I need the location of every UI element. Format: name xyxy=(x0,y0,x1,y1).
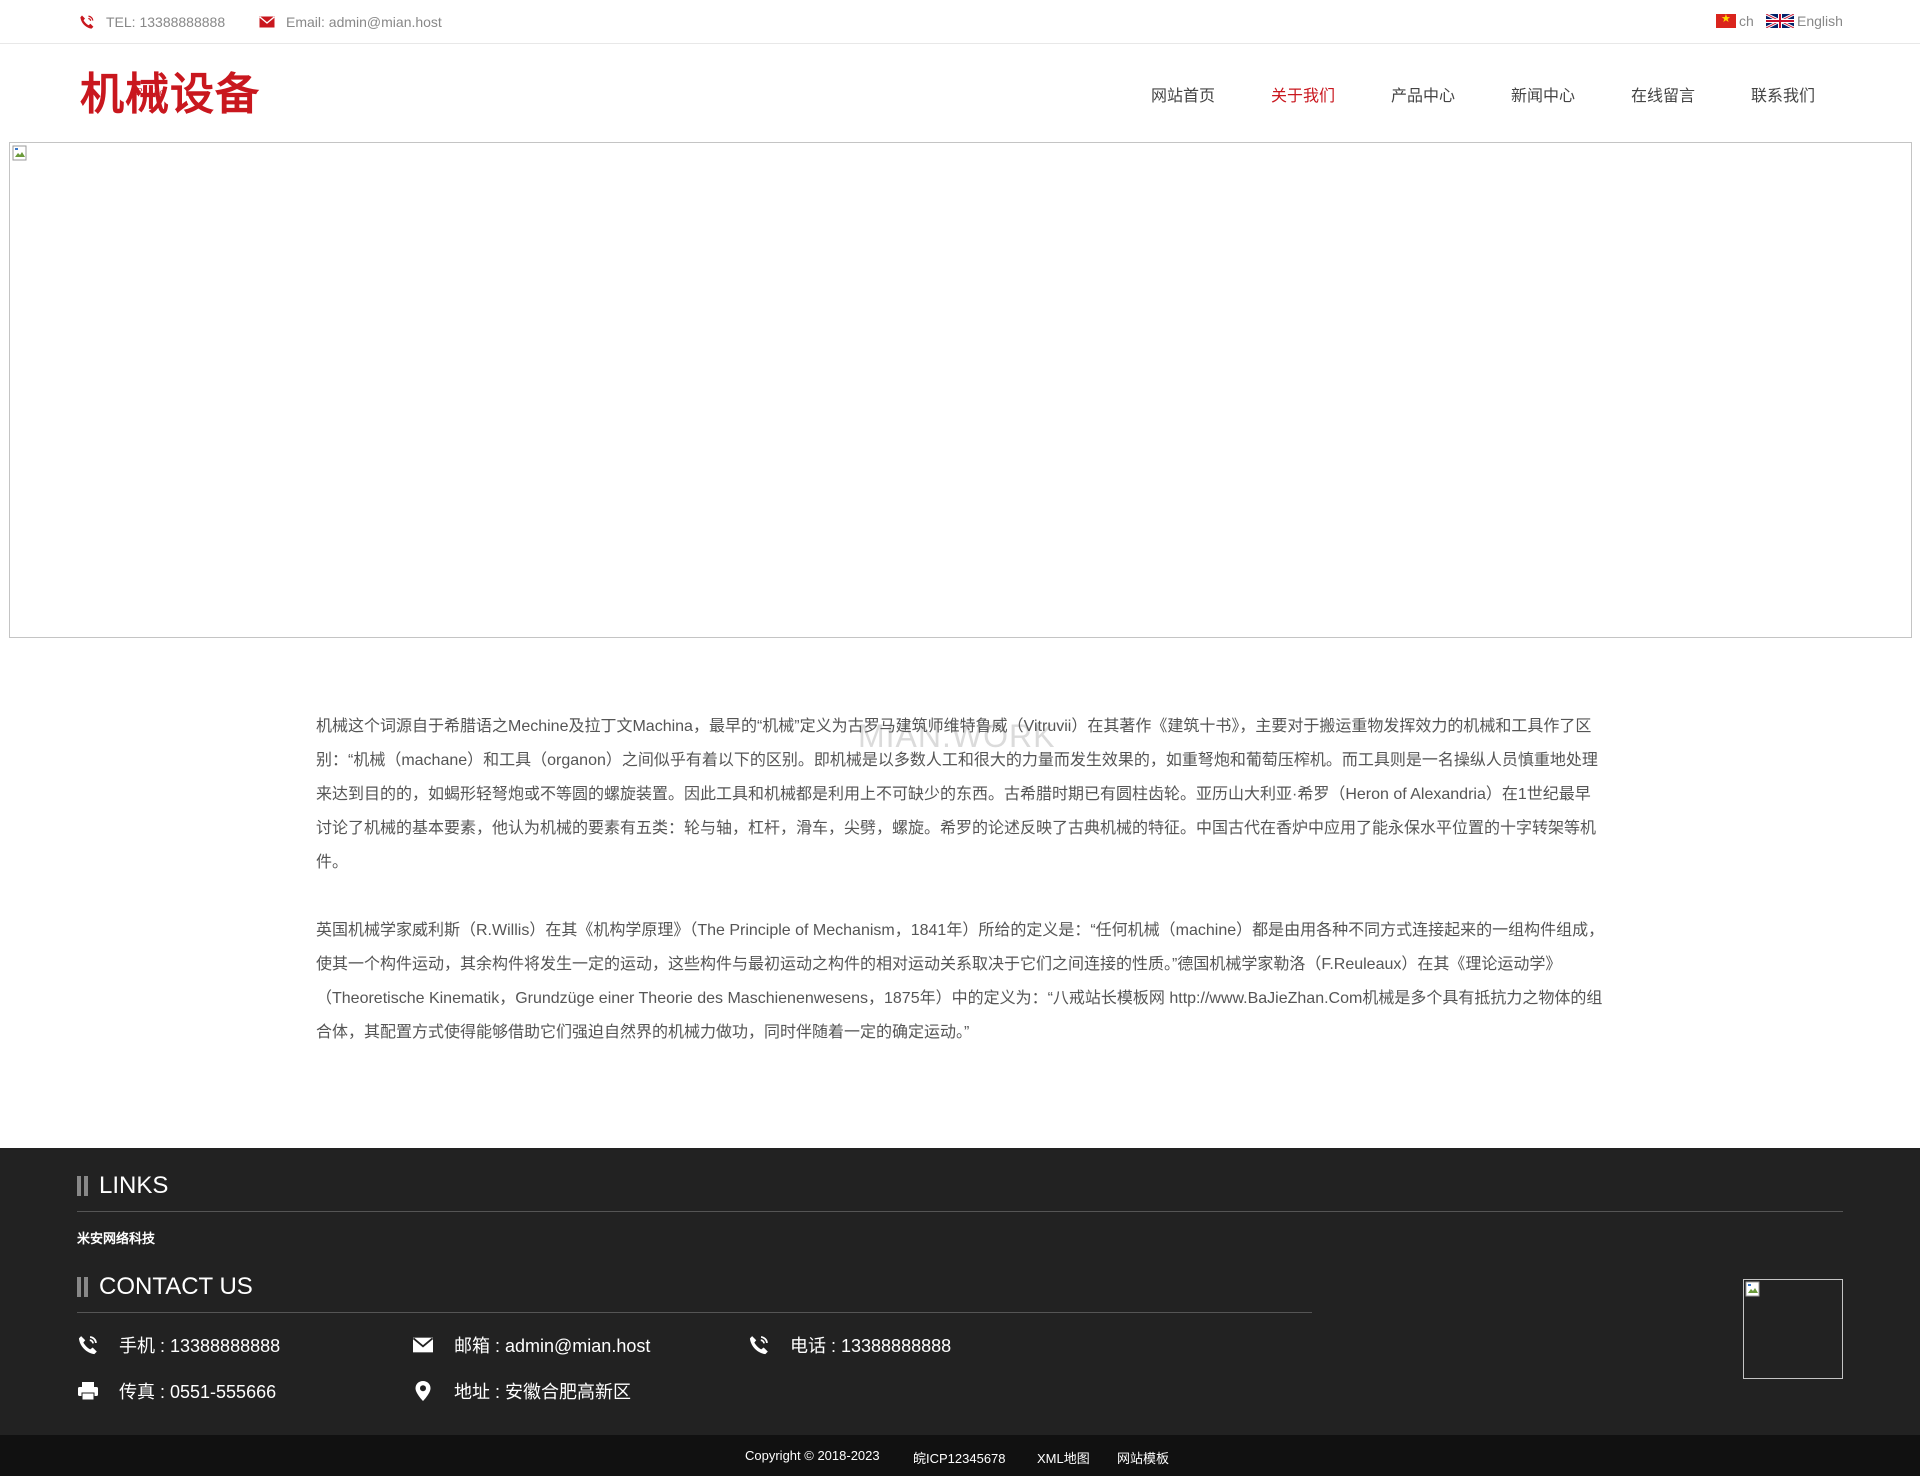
nav-message[interactable]: 在线留言 xyxy=(1631,82,1695,106)
lang-en-label: English xyxy=(1797,13,1843,29)
footer-link[interactable]: 米安网络科技 xyxy=(77,1228,155,1247)
nav-about[interactable]: 关于我们 xyxy=(1271,82,1335,106)
site-header: 机械设备 Public 网站首页 关于我们 产品中心 新闻中心 在线留言 联系我… xyxy=(0,44,1920,142)
broken-image-icon xyxy=(12,145,28,161)
site-template-link[interactable]: 网站模板 xyxy=(1117,1448,1169,1467)
contact-email-text: 邮箱 : admin@mian.host xyxy=(454,1336,651,1356)
lang-ch-label: ch xyxy=(1739,13,1754,29)
site-footer: LINKS 米安网络科技 CONTACT US 手机 : 13388888888… xyxy=(0,1148,1920,1435)
vietnam-flag-icon xyxy=(1716,14,1736,28)
uk-flag-icon xyxy=(1766,14,1794,28)
top-email: Email: admin@mian.host xyxy=(258,14,442,30)
contact-fax: 传真 : 0551-555666 xyxy=(77,1378,276,1404)
top-email-text: Email: admin@mian.host xyxy=(286,14,442,30)
contact-mobile-text: 手机 : 13388888888 xyxy=(119,1336,281,1356)
title-bars-icon xyxy=(77,1277,91,1297)
icp-link[interactable]: 皖ICP12345678 xyxy=(913,1448,1006,1467)
copyright-text: Copyright © 2018-2023 xyxy=(745,1448,880,1463)
envelope-icon xyxy=(412,1334,434,1356)
top-bar: TEL: 13388888888 Email: admin@mian.host … xyxy=(0,0,1920,44)
article-paragraph: 英国机械学家威利斯（R.Willis）在其《机构学原理》（The Princip… xyxy=(316,922,1605,1041)
title-bars-icon xyxy=(77,1176,91,1196)
divider xyxy=(77,1312,1312,1313)
article-paragraph: 机械这个词源自于希腊语之Mechine及拉丁文Machina，最早的“机械”定义… xyxy=(316,718,1598,871)
lang-ch-link[interactable]: ch xyxy=(1716,13,1754,29)
contact-address-text: 地址 : 安徽合肥高新区 xyxy=(454,1382,632,1402)
nav-home[interactable]: 网站首页 xyxy=(1151,82,1215,106)
divider xyxy=(77,1211,1843,1212)
contact-heading: CONTACT US xyxy=(77,1273,253,1301)
xml-sitemap-link[interactable]: XML地图 xyxy=(1037,1448,1090,1467)
lang-en-link[interactable]: English xyxy=(1766,13,1843,29)
nav-news[interactable]: 新闻中心 xyxy=(1511,82,1575,106)
contact-mobile: 手机 : 13388888888 xyxy=(77,1332,280,1358)
contact-address: 地址 : 安徽合肥高新区 xyxy=(412,1378,631,1404)
contact-phone: 电话 : 13388888888 xyxy=(748,1332,951,1358)
nav-products[interactable]: 产品中心 xyxy=(1391,82,1455,106)
broken-image-icon xyxy=(1745,1281,1761,1297)
phone-icon xyxy=(748,1334,770,1356)
top-tel: TEL: 13388888888 xyxy=(78,14,225,30)
article-content: 机械这个词源自于希腊语之Mechine及拉丁文Machina，最早的“机械”定义… xyxy=(316,710,1606,1084)
printer-icon xyxy=(77,1380,99,1402)
main-nav: 网站首页 关于我们 产品中心 新闻中心 在线留言 联系我们 xyxy=(0,82,1920,106)
banner-image xyxy=(9,142,1912,638)
qr-code-image xyxy=(1743,1279,1843,1379)
contact-fax-text: 传真 : 0551-555666 xyxy=(119,1382,277,1402)
envelope-icon xyxy=(258,14,276,30)
contact-heading-text: CONTACT US xyxy=(99,1273,253,1300)
links-heading: LINKS xyxy=(77,1172,168,1200)
copyright-bar: Copyright © 2018-2023 皖ICP12345678 XML地图… xyxy=(0,1435,1920,1476)
nav-contact[interactable]: 联系我们 xyxy=(1751,82,1815,106)
contact-email: 邮箱 : admin@mian.host xyxy=(412,1332,650,1358)
links-heading-text: LINKS xyxy=(99,1172,169,1199)
top-tel-text: TEL: 13388888888 xyxy=(106,14,226,30)
contact-phone-text: 电话 : 13388888888 xyxy=(790,1336,952,1356)
phone-icon xyxy=(78,14,96,30)
phone-icon xyxy=(77,1334,99,1356)
map-pin-icon xyxy=(412,1380,434,1402)
